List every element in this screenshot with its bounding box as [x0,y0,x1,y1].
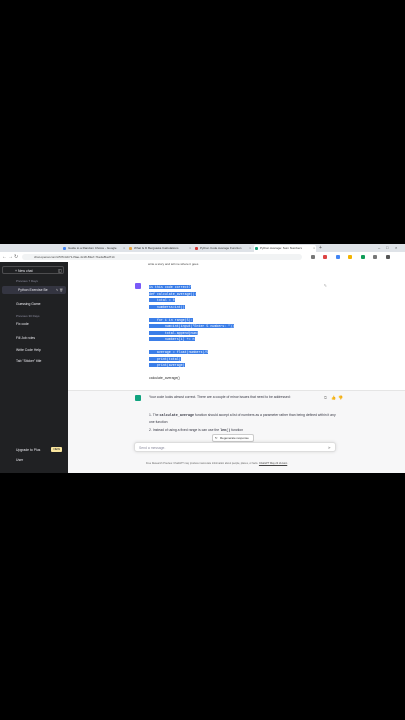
previous-message-text: write a story and tell me where it goes [148,262,199,266]
code-line: for i in range(5): [149,317,193,322]
browser-tab-active[interactable]: Python Average: Sum Numbers × [254,245,316,252]
sidebar-item-code-help[interactable]: Write Code Help [16,348,66,352]
window-close-icon[interactable]: × [395,244,397,252]
minimize-icon[interactable]: – [378,244,380,252]
openai-favicon-icon [255,247,258,250]
sidebar-item-fill-job-roles[interactable]: Fill Job roles [16,336,66,340]
assistant-message: ⧉ 👍 👎 Your code looks almost correct. Th… [68,390,405,473]
assistant-point-1: 1. The calculate_average function should… [149,412,339,425]
sidebar-icon[interactable] [385,255,390,259]
site-favicon-icon [195,247,198,250]
inline-code: len() [220,429,231,433]
close-icon[interactable]: × [123,245,125,252]
close-icon[interactable]: × [313,245,315,252]
new-badge: NEW [51,447,62,452]
user-message-call: calculate_average() [149,376,180,380]
code-line: average = float(numbers)/5 [149,350,209,354]
browser-tab-bar: Guide to a Random Choice - Google × What… [0,244,405,252]
regenerate-label: Regenerate response [220,436,249,440]
user-message-code: is this code correct? def calculate_aver… [149,284,235,369]
sidebar-item-sticker-title[interactable]: Tab "Sticker" title [16,359,66,363]
user-avatar [135,283,141,289]
tab-label: What Is D Bergsieka Calculations [134,246,179,250]
browser-tab-3[interactable]: Python Code Average Function × [194,245,252,252]
extension-icon[interactable] [335,255,340,259]
regenerate-response-button[interactable]: ↻ Regenerate response [212,434,254,442]
footer-disclaimer: Free Research Preview. ChatGPT may produ… [146,462,287,465]
text: 2. Instead of using a fixed range [149,428,198,432]
code-line: total.append(num) [149,330,199,335]
url-field[interactable]: chat.openai.com/c/57b4cb71-f9ae-4c18-83a… [22,254,302,260]
assistant-intro: Your code looks almost correct. There ar… [149,395,291,399]
code-line: num=int(input("Enter 5 numbers: ")) [149,324,235,328]
edit-message-icon[interactable]: ✎ [324,283,327,288]
code-line: is this code correct? [149,285,191,289]
upgrade-label: Upgrade to Plus [16,448,41,452]
maximize-icon[interactable]: □ [386,244,388,252]
chat-sidebar: + New chat ◫ Previous 7 Days Python Exer… [0,262,68,473]
footer-text: Free Research Preview. ChatGPT may produ… [146,462,259,465]
sidebar-item-guessing-game[interactable]: Guessing Game [16,302,66,306]
group-label-recent: Previous 7 Days [16,279,38,283]
code-line: print(average) [149,363,185,367]
share-icon[interactable] [311,255,315,259]
extension-icons [311,254,405,277]
upgrade-plus-button[interactable]: Upgrade to Plus NEW [2,447,66,452]
code-line: numberss=int() [149,304,185,309]
extension-icon[interactable] [348,255,353,259]
browser-tab-1[interactable]: Guide to a Random Choice - Google × [62,245,126,252]
extension-icon[interactable] [323,255,328,259]
version-link[interactable]: ChatGPT May 24 Version [259,462,287,465]
refresh-icon: ↻ [215,436,218,440]
text: is can use the [197,428,221,432]
code-line: print(total) [149,356,181,361]
message-input[interactable]: Send a message. ➤ [134,442,336,452]
assistant-point-2: 2. Instead of using a fixed range is can… [149,427,339,434]
extension-icon[interactable] [360,255,365,259]
reload-icon[interactable]: ↻ [14,254,18,260]
text: function [230,428,244,432]
site-favicon-icon [129,247,132,250]
new-chat-button[interactable]: + New chat [2,266,64,274]
puzzle-icon[interactable] [373,255,378,259]
forward-arrow-icon[interactable]: → [8,254,13,260]
text: 1. The [149,413,160,417]
screen-frame: Guide to a Random Choice - Google × What… [0,244,405,473]
close-icon[interactable]: × [249,245,251,252]
code-line: def calculate_average(): [149,291,197,296]
tab-label: Python Code Average Function [200,246,242,250]
inline-code: calculate_average [159,414,195,418]
sidebar-item-python-exercise[interactable]: Python Exercise Be ✎ 🗑 [2,286,66,294]
browser-tab-2[interactable]: What Is D Bergsieka Calculations × [128,245,192,252]
google-favicon-icon [63,247,66,250]
new-tab-button[interactable]: + [319,245,322,251]
tab-label: Python Average: Sum Numbers [260,246,302,250]
input-placeholder: Send a message. [139,446,166,450]
code-line: total = 0 [149,298,175,302]
chat-main: write a story and tell me where it goes … [68,262,405,473]
toggle-sidebar-icon[interactable]: ◫ [58,268,62,273]
user-menu-button[interactable]: User [2,458,66,462]
back-arrow-icon[interactable]: ← [2,254,7,260]
send-icon[interactable]: ➤ [328,443,331,453]
sidebar-item-fix-code[interactable]: Fix code [16,322,66,326]
group-label-older: Previous 30 Days [16,314,40,318]
user-name: User [16,458,24,462]
code-line: numbers[i] += n [149,337,195,341]
tab-label: Guide to a Random Choice - Google [68,246,117,250]
edit-delete-icons[interactable]: ✎ 🗑 [56,286,63,294]
close-icon[interactable]: × [189,245,191,252]
openai-logo-icon [135,395,141,401]
sidebar-item-label: Python Exercise Be [18,288,48,292]
